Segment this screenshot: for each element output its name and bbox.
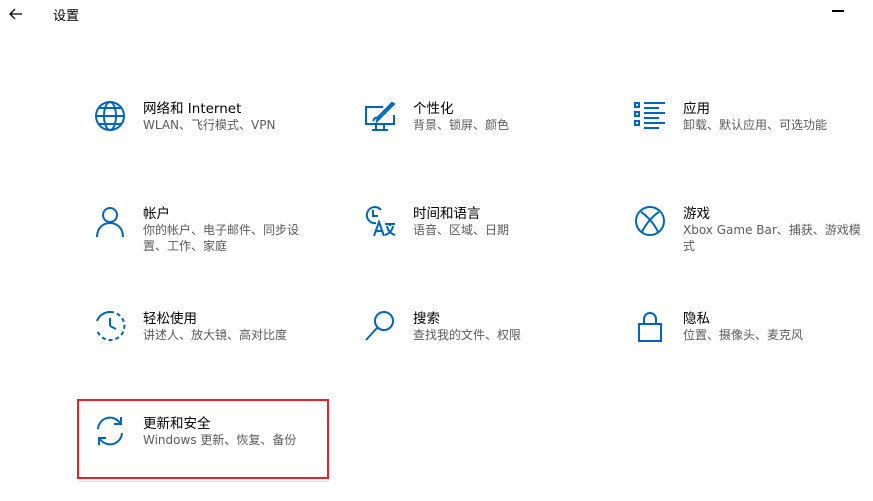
tile-label: 网络和 Internet (143, 101, 242, 117)
tile-description: WLAN、飞行模式、VPN (143, 118, 276, 132)
ease-of-access-icon (93, 309, 127, 343)
tile-label: 搜索 (413, 311, 440, 327)
tile-description: 讲述人、放大镜、高对比度 (143, 328, 288, 342)
person-icon (93, 204, 127, 238)
tile-description: 位置、摄像头、麦克风 (683, 328, 804, 342)
tile-label: 个性化 (413, 101, 454, 117)
tile-focus-underline (78, 481, 328, 482)
personalization-icon (363, 99, 397, 133)
tile-accounts[interactable]: 帐户 你的帐户、电子邮件、同步设置、工作、家庭 (80, 201, 330, 291)
tile-label: 帐户 (143, 206, 170, 222)
tile-personalization[interactable]: 个性化 背景、锁屏、颜色 (350, 96, 600, 186)
tile-network[interactable]: 网络和 Internet WLAN、飞行模式、VPN (80, 96, 330, 186)
xbox-icon (633, 204, 667, 238)
tile-description: 你的帐户、电子邮件、同步设置、工作、家庭 (143, 223, 300, 253)
tile-label: 时间和语言 (413, 206, 481, 222)
highlight-box (77, 399, 329, 479)
tile-description: 语音、区域、日期 (413, 223, 510, 237)
title-bar: 设置 (0, 0, 873, 30)
tile-label: 轻松使用 (143, 311, 197, 327)
tile-ease-of-access[interactable]: 轻松使用 讲述人、放大镜、高对比度 (80, 306, 330, 396)
tile-label: 隐私 (683, 311, 710, 327)
back-button[interactable] (6, 4, 26, 24)
tile-label: 应用 (683, 101, 710, 117)
minimize-button[interactable] (832, 10, 844, 12)
tile-apps[interactable]: 应用 卸载、默认应用、可选功能 (620, 96, 870, 186)
search-icon (363, 309, 397, 343)
tile-description: 查找我的文件、权限 (413, 328, 522, 342)
tile-time-language[interactable]: 时间和语言 语音、区域、日期 (350, 201, 600, 291)
apps-icon (633, 99, 667, 133)
time-language-icon (363, 204, 397, 238)
tile-description: 背景、锁屏、颜色 (413, 118, 510, 132)
tile-search[interactable]: 搜索 查找我的文件、权限 (350, 306, 600, 396)
tile-description: 卸载、默认应用、可选功能 (683, 118, 828, 132)
tile-gaming[interactable]: 游戏 Xbox Game Bar、捕获、游戏模式 (620, 201, 870, 291)
back-arrow-icon (9, 8, 22, 20)
tile-label: 游戏 (683, 206, 710, 222)
window-title: 设置 (53, 9, 80, 24)
globe-icon (93, 99, 127, 133)
lock-icon (633, 309, 667, 343)
tile-privacy[interactable]: 隐私 位置、摄像头、麦克风 (620, 306, 870, 396)
tile-description: Xbox Game Bar、捕获、游戏模式 (683, 223, 861, 253)
